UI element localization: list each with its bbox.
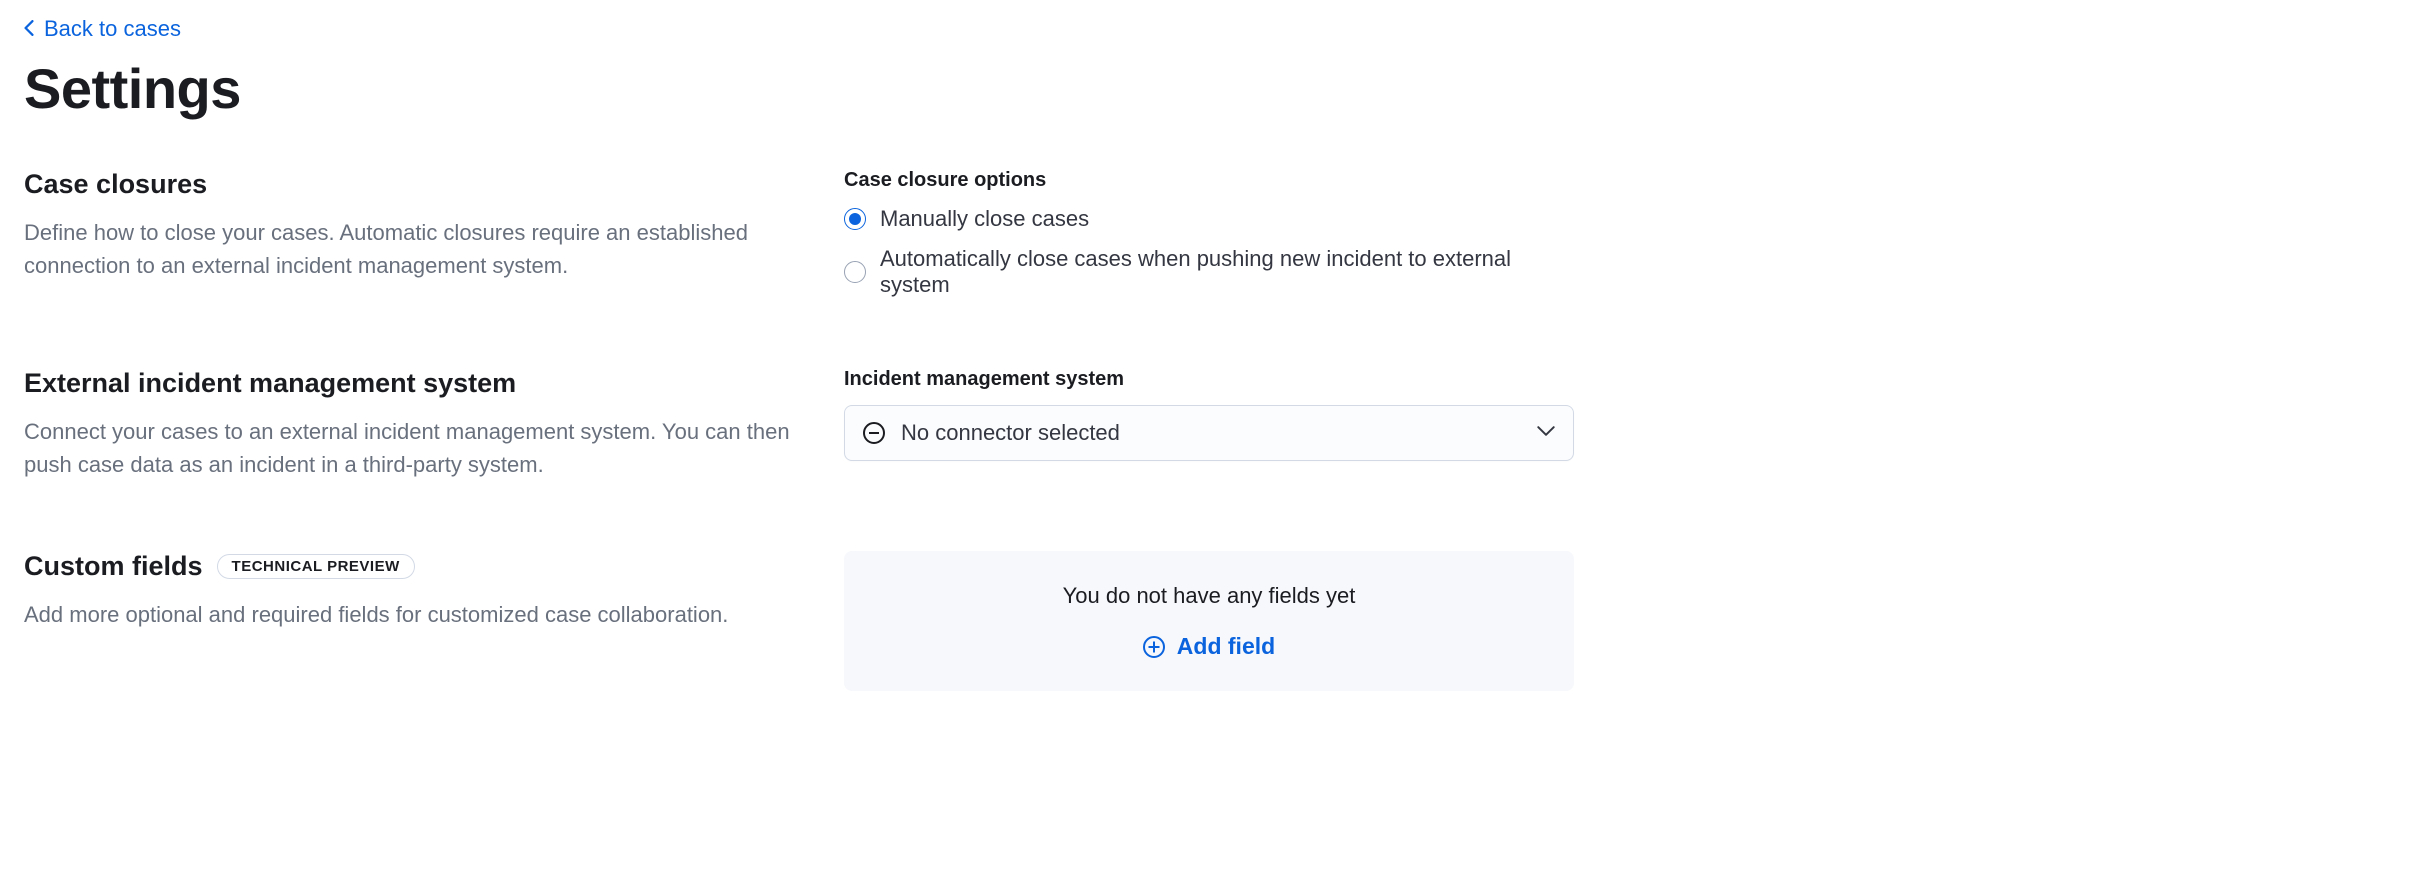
back-link-label: Back to cases bbox=[44, 16, 181, 42]
plus-circle-icon bbox=[1143, 636, 1165, 658]
radio-manual-label: Manually close cases bbox=[880, 206, 1089, 232]
external-system-title: External incident management system bbox=[24, 368, 804, 399]
case-closure-options-label: Case closure options bbox=[844, 169, 1574, 192]
connector-select-content: No connector selected bbox=[863, 420, 1120, 446]
case-closure-radio-group: Manually close cases Automatically close… bbox=[844, 206, 1574, 298]
back-to-cases-link[interactable]: Back to cases bbox=[24, 16, 181, 42]
chevron-down-icon bbox=[1537, 422, 1555, 445]
connector-select-value: No connector selected bbox=[901, 420, 1120, 446]
custom-fields-empty-text: You do not have any fields yet bbox=[868, 583, 1550, 609]
radio-manual-close[interactable]: Manually close cases bbox=[844, 206, 1574, 232]
section-case-closures: Case closures Define how to close your c… bbox=[24, 169, 1574, 298]
technical-preview-badge: TECHNICAL PREVIEW bbox=[217, 554, 415, 579]
external-system-form: Incident management system No connector … bbox=[844, 368, 1574, 481]
radio-icon bbox=[844, 208, 866, 230]
section-case-closures-info: Case closures Define how to close your c… bbox=[24, 169, 804, 298]
connector-select[interactable]: No connector selected bbox=[844, 405, 1574, 461]
external-system-description: Connect your cases to an external incide… bbox=[24, 415, 804, 481]
custom-fields-empty-panel: You do not have any fields yet Add field bbox=[844, 551, 1574, 691]
radio-icon bbox=[844, 261, 866, 283]
page-title: Settings bbox=[24, 56, 2398, 121]
section-custom-fields: Custom fields TECHNICAL PREVIEW Add more… bbox=[24, 551, 1574, 691]
section-external-system-info: External incident management system Conn… bbox=[24, 368, 804, 481]
custom-fields-title-row: Custom fields TECHNICAL PREVIEW bbox=[24, 551, 804, 582]
custom-fields-panel: You do not have any fields yet Add field bbox=[844, 551, 1574, 691]
custom-fields-description: Add more optional and required fields fo… bbox=[24, 598, 804, 631]
add-field-label: Add field bbox=[1177, 633, 1275, 660]
custom-fields-title: Custom fields bbox=[24, 551, 203, 582]
section-external-system: External incident management system Conn… bbox=[24, 368, 1574, 481]
case-closures-form: Case closure options Manually close case… bbox=[844, 169, 1574, 298]
minus-circle-icon bbox=[863, 422, 885, 444]
case-closures-description: Define how to close your cases. Automati… bbox=[24, 216, 804, 282]
radio-auto-label: Automatically close cases when pushing n… bbox=[880, 246, 1574, 298]
add-field-button[interactable]: Add field bbox=[1143, 633, 1275, 660]
chevron-left-icon bbox=[24, 16, 34, 42]
section-custom-fields-info: Custom fields TECHNICAL PREVIEW Add more… bbox=[24, 551, 804, 691]
settings-sections: Case closures Define how to close your c… bbox=[24, 169, 1574, 691]
incident-system-label: Incident management system bbox=[844, 368, 1574, 391]
case-closures-title: Case closures bbox=[24, 169, 804, 200]
radio-auto-close[interactable]: Automatically close cases when pushing n… bbox=[844, 246, 1574, 298]
